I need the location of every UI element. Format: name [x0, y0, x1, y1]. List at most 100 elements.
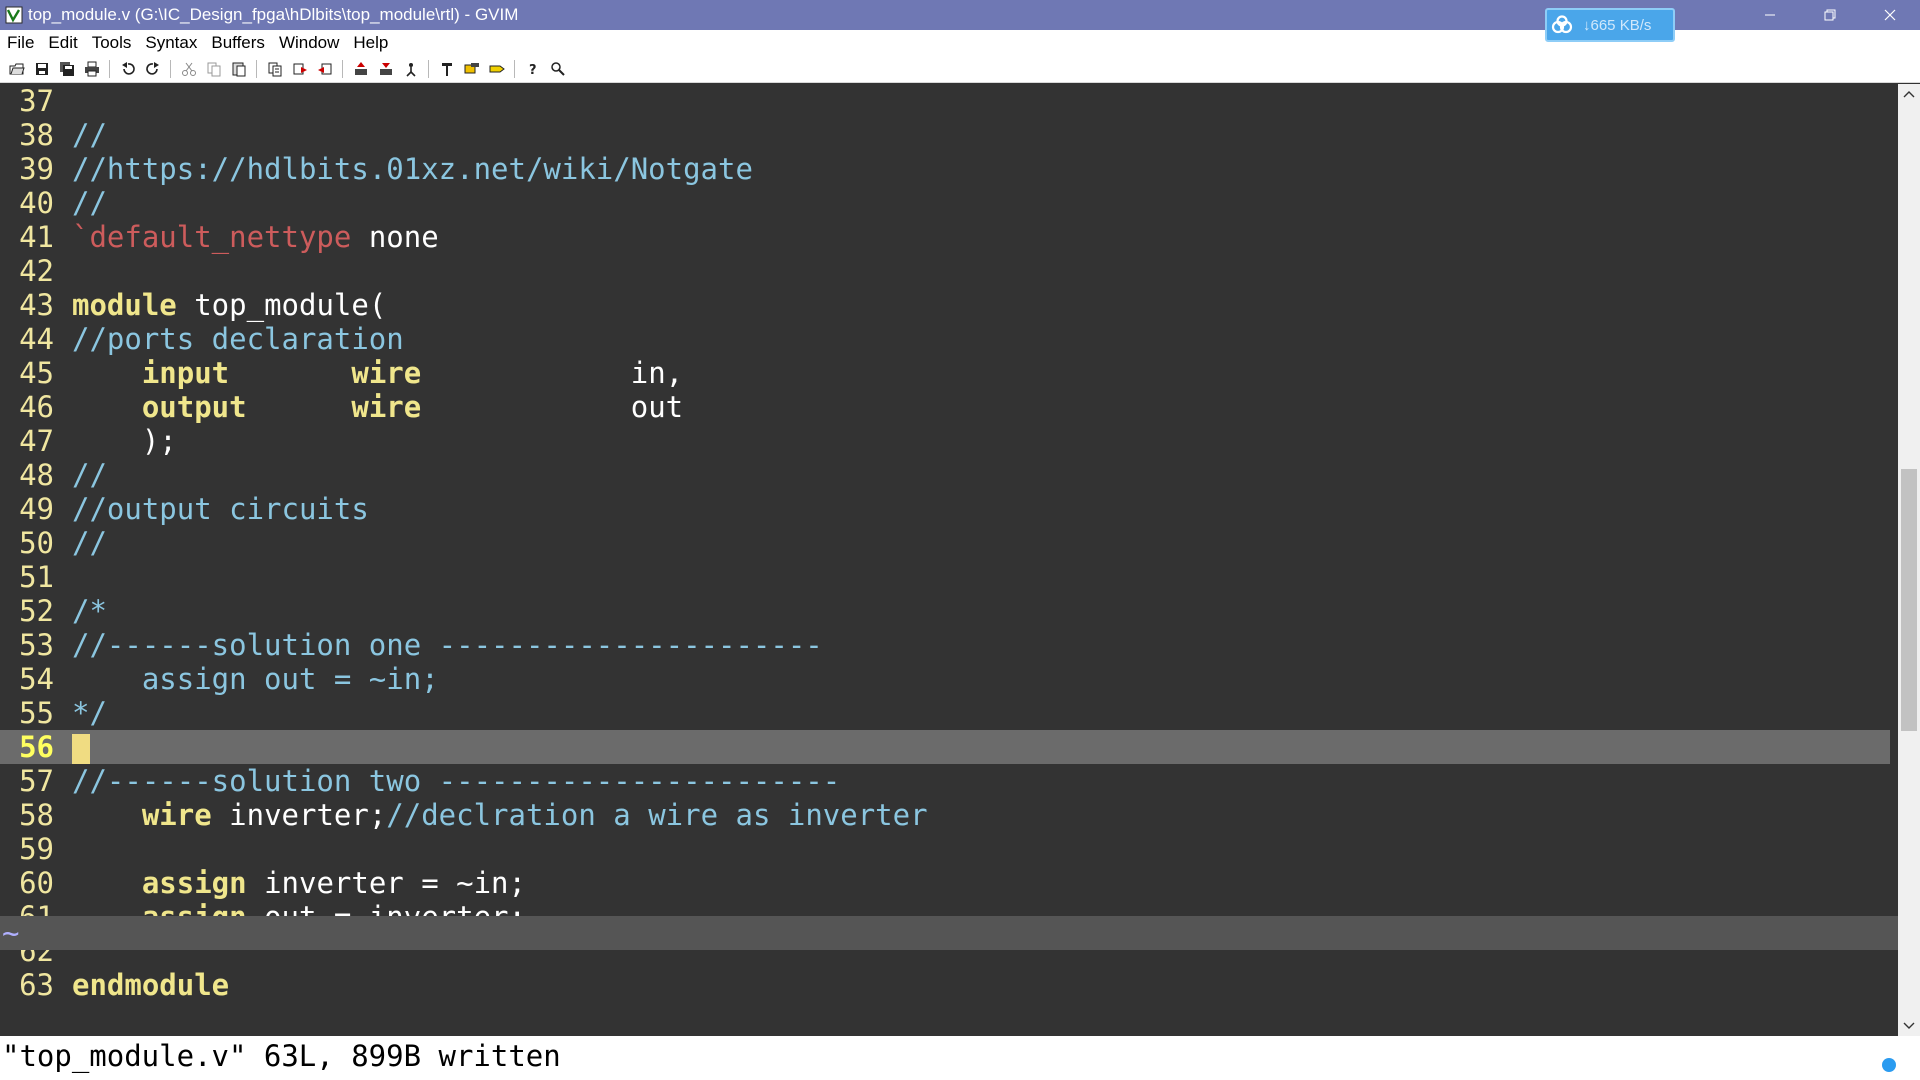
code-line[interactable]: 52 /*	[0, 594, 1890, 628]
code-line[interactable]: 46 output wire out	[0, 390, 1890, 424]
code-line[interactable]: 54 assign out = ~in;	[0, 662, 1890, 696]
code-line[interactable]: 57 //------solution two -----------------…	[0, 764, 1890, 798]
copy-button[interactable]	[201, 58, 226, 80]
status-dot-icon	[1882, 1058, 1896, 1072]
scroll-up-button[interactable]	[1898, 84, 1920, 104]
line-number: 54	[19, 662, 54, 696]
line-number: 50	[19, 526, 54, 560]
undo-button[interactable]	[115, 58, 140, 80]
scroll-down-button[interactable]	[1898, 1016, 1920, 1036]
shell-button[interactable]	[459, 58, 484, 80]
find-help-button[interactable]	[545, 58, 570, 80]
code-token: //	[72, 186, 107, 220]
code-line[interactable]: 41 `default_nettype none	[0, 220, 1890, 254]
line-code: //	[72, 118, 107, 152]
code-line[interactable]: 44 //ports declaration	[0, 322, 1890, 356]
code-line[interactable]: 47 );	[0, 424, 1890, 458]
menu-buffers[interactable]: Buffers	[204, 33, 272, 53]
editor-buffer[interactable]: 37 38 // 39 //https://hdlbits.01xz.net/wiki/…	[0, 84, 1898, 996]
menu-edit[interactable]: Edit	[41, 33, 84, 53]
code-line[interactable]: 42	[0, 254, 1890, 288]
line-code: //------solution one -------------------…	[72, 628, 823, 662]
line-number: 51	[19, 560, 54, 594]
copy-icon	[207, 62, 220, 76]
code-token: assign out = ~in;	[72, 662, 439, 696]
gvim-app-icon[interactable]	[4, 5, 24, 25]
line-code: module top_module(	[72, 288, 386, 322]
paste-button[interactable]	[226, 58, 251, 80]
find-replace-button[interactable]	[262, 58, 287, 80]
help-button[interactable]: ?	[520, 58, 545, 80]
code-line[interactable]: 45 input wire in,	[0, 356, 1890, 390]
open-icon	[9, 63, 25, 74]
code-line[interactable]: 59	[0, 832, 1890, 866]
line-code: assign inverter = ~in;	[72, 866, 526, 900]
line-number: 49	[19, 492, 54, 526]
code-line[interactable]: 37	[0, 84, 1890, 118]
code-line[interactable]: 56	[0, 730, 1890, 764]
line-number: 58	[19, 798, 54, 832]
code-line[interactable]: 40 //	[0, 186, 1890, 220]
network-speed-widget[interactable]: ↓665 KB/s	[1545, 8, 1675, 42]
line-number: 41	[19, 220, 54, 254]
code-line[interactable]: 49 //output circuits	[0, 492, 1890, 526]
code-token: /*	[72, 594, 107, 628]
cut-button[interactable]	[176, 58, 201, 80]
redo-button[interactable]	[140, 58, 165, 80]
code-line[interactable]: 51	[0, 560, 1890, 594]
restore-button[interactable]	[1800, 0, 1860, 30]
minimize-button[interactable]	[1740, 0, 1800, 30]
code-line[interactable]: 53 //------solution one -----------------…	[0, 628, 1890, 662]
code-line[interactable]: 48 //	[0, 458, 1890, 492]
code-line[interactable]: 60 assign inverter = ~in;	[0, 866, 1890, 900]
menu-window[interactable]: Window	[272, 33, 346, 53]
save-button[interactable]	[29, 58, 54, 80]
make-button[interactable]	[434, 58, 459, 80]
line-number: 48	[19, 458, 54, 492]
menu-tools[interactable]: Tools	[85, 33, 139, 53]
find-next-button[interactable]	[287, 58, 312, 80]
code-line[interactable]: 38 //	[0, 118, 1890, 152]
toolbar-separator	[428, 59, 429, 78]
find-prev-button[interactable]	[312, 58, 337, 80]
make-icon	[441, 62, 452, 76]
code-line[interactable]: 50 //	[0, 526, 1890, 560]
code-line[interactable]: 43 module top_module(	[0, 288, 1890, 322]
run-script-button[interactable]	[398, 58, 423, 80]
code-line[interactable]: 55 */	[0, 696, 1890, 730]
line-number: 52	[19, 594, 54, 628]
scrollbar-thumb[interactable]	[1901, 469, 1917, 731]
save-session-button[interactable]	[373, 58, 398, 80]
line-code: //https://hdlbits.01xz.net/wiki/Notgate	[72, 152, 753, 186]
menu-help[interactable]: Help	[346, 33, 395, 53]
code-token: wire	[141, 798, 212, 832]
print-button[interactable]	[79, 58, 104, 80]
vertical-scrollbar[interactable]	[1898, 84, 1920, 1036]
code-token: //	[72, 118, 107, 152]
open-button[interactable]	[4, 58, 29, 80]
code-token: //output circuits	[72, 492, 369, 526]
menu-file[interactable]: File	[0, 33, 41, 53]
code-token: input	[141, 356, 230, 390]
toolbar-separator	[170, 59, 171, 78]
code-token: top_module(	[176, 288, 387, 322]
save-session-icon	[379, 62, 392, 75]
code-line[interactable]: 63 endmodule	[0, 968, 1890, 996]
line-code: assign out = ~in;	[72, 662, 439, 696]
line-code: endmodule	[72, 968, 229, 996]
close-button[interactable]	[1860, 0, 1920, 30]
tags-button[interactable]	[484, 58, 509, 80]
code-token: //------solution two -------------------…	[72, 764, 841, 798]
menu-syntax[interactable]: Syntax	[138, 33, 204, 53]
code-line[interactable]: 58 wire inverter;//declration a wire as …	[0, 798, 1890, 832]
line-number: 45	[19, 356, 54, 390]
load-session-button[interactable]	[348, 58, 373, 80]
code-token: */	[72, 696, 107, 730]
download-arrow-icon: ↓	[1583, 16, 1591, 34]
code-line[interactable]: 39 //https://hdlbits.01xz.net/wiki/Notgat…	[0, 152, 1890, 186]
toolbar: ?	[0, 55, 1920, 83]
save-all-button[interactable]	[54, 58, 79, 80]
cut-icon	[181, 62, 196, 76]
code-token: assign	[141, 866, 247, 900]
